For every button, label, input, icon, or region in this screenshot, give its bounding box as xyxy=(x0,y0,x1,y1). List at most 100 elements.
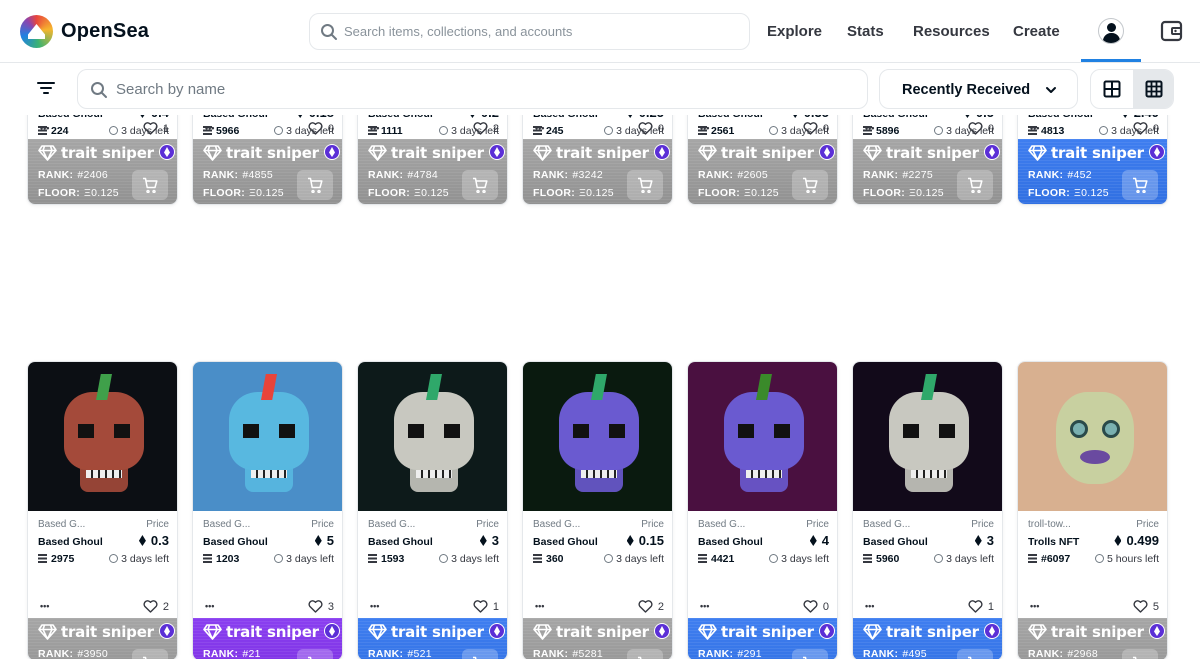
trait-sniper-banner[interactable]: trait sniper RANK: #3242 FLOOR: Ξ0.125 xyxy=(523,139,672,204)
more-options-button[interactable]: ••• xyxy=(370,124,379,133)
wallet-icon[interactable] xyxy=(1160,20,1183,42)
compact-grid-button[interactable] xyxy=(1133,70,1173,108)
add-to-cart-button[interactable] xyxy=(957,649,993,659)
nft-image[interactable] xyxy=(688,362,837,511)
add-to-cart-button[interactable] xyxy=(462,170,498,200)
heart-icon[interactable] xyxy=(473,600,488,613)
heart-icon[interactable] xyxy=(638,600,653,613)
like-button[interactable]: 0 xyxy=(638,122,664,135)
more-options-button[interactable]: ••• xyxy=(1030,602,1039,611)
nft-image[interactable] xyxy=(193,362,342,511)
heart-icon[interactable] xyxy=(803,600,818,613)
name-search[interactable] xyxy=(77,69,868,109)
more-options-button[interactable]: ••• xyxy=(205,124,214,133)
nft-card[interactable]: Based G... Price Based Ghoul 4 4421 3 days le… xyxy=(687,361,838,659)
like-button[interactable]: 0 xyxy=(308,122,334,135)
trait-sniper-banner[interactable]: trait sniper RANK: #452 FLOOR: Ξ0.125 xyxy=(1018,139,1167,204)
trait-sniper-banner[interactable]: trait sniper RANK: #5281 xyxy=(523,618,672,659)
add-to-cart-button[interactable] xyxy=(957,170,993,200)
trait-sniper-banner[interactable]: trait sniper RANK: #2605 FLOOR: Ξ0.125 xyxy=(688,139,837,204)
nft-card[interactable]: Based G... Price Based Ghoul 0.3 2975 3 days … xyxy=(27,361,178,659)
profile-avatar-icon[interactable] xyxy=(1098,18,1124,44)
trait-sniper-banner[interactable]: trait sniper RANK: #2968 xyxy=(1018,618,1167,659)
collection-name[interactable]: Based G... xyxy=(698,519,745,530)
nav-explore[interactable]: Explore xyxy=(767,23,822,40)
nft-image[interactable] xyxy=(1018,362,1167,511)
trait-sniper-banner[interactable]: trait sniper RANK: #291 xyxy=(688,618,837,659)
like-button[interactable]: 0 xyxy=(1133,122,1159,135)
nav-create[interactable]: Create xyxy=(1013,23,1060,40)
heart-icon[interactable] xyxy=(1133,122,1148,135)
like-button[interactable]: 2 xyxy=(473,122,499,135)
add-to-cart-button[interactable] xyxy=(792,170,828,200)
brand-name[interactable]: OpenSea xyxy=(61,20,149,43)
heart-icon[interactable] xyxy=(968,122,983,135)
add-to-cart-button[interactable] xyxy=(1122,170,1158,200)
filter-icon[interactable] xyxy=(37,81,55,95)
heart-icon[interactable] xyxy=(143,600,158,613)
like-button[interactable]: 0 xyxy=(803,600,829,613)
sort-dropdown[interactable]: Recently Received xyxy=(879,69,1078,109)
trait-sniper-banner[interactable]: trait sniper RANK: #21 xyxy=(193,618,342,659)
like-button[interactable]: 5 xyxy=(1133,600,1159,613)
heart-icon[interactable] xyxy=(308,600,323,613)
like-button[interactable]: 1 xyxy=(473,600,499,613)
add-to-cart-button[interactable] xyxy=(132,649,168,659)
nft-card[interactable]: Based G... Price Based Ghoul 3 1593 3 days le… xyxy=(357,361,508,659)
nft-card[interactable]: troll-tow... Price Trolls NFT 0.499 #6097 5 h… xyxy=(1017,361,1168,659)
trait-sniper-banner[interactable]: trait sniper RANK: #2275 FLOOR: Ξ0.125 xyxy=(853,139,1002,204)
nft-card[interactable]: Based G... Price Based Ghoul 5 1203 3 days le… xyxy=(192,361,343,659)
add-to-cart-button[interactable] xyxy=(792,649,828,659)
more-options-button[interactable]: ••• xyxy=(535,602,544,611)
opensea-logo-icon[interactable] xyxy=(20,15,53,48)
trait-sniper-banner[interactable]: trait sniper RANK: #495 xyxy=(853,618,1002,659)
heart-icon[interactable] xyxy=(473,122,488,135)
more-options-button[interactable]: ••• xyxy=(370,602,379,611)
like-button[interactable]: 0 xyxy=(968,122,994,135)
like-button[interactable]: 1 xyxy=(143,122,169,135)
trait-sniper-banner[interactable]: trait sniper RANK: #2406 FLOOR: Ξ0.125 xyxy=(28,139,177,204)
large-grid-button[interactable] xyxy=(1091,70,1133,108)
more-options-button[interactable]: ••• xyxy=(40,602,49,611)
add-to-cart-button[interactable] xyxy=(297,649,333,659)
collection-name[interactable]: Based G... xyxy=(203,519,250,530)
nft-card[interactable]: Based G... Price Based Ghoul 0.15 360 3 days … xyxy=(522,361,673,659)
more-options-button[interactable]: ••• xyxy=(700,602,709,611)
nav-stats[interactable]: Stats xyxy=(847,23,884,40)
trait-sniper-banner[interactable]: trait sniper RANK: #4855 FLOOR: Ξ0.125 xyxy=(193,139,342,204)
collection-name[interactable]: Based G... xyxy=(533,519,580,530)
trait-sniper-banner[interactable]: trait sniper RANK: #521 xyxy=(358,618,507,659)
more-options-button[interactable]: ••• xyxy=(205,602,214,611)
heart-icon[interactable] xyxy=(308,122,323,135)
nft-image[interactable] xyxy=(853,362,1002,511)
trait-sniper-banner[interactable]: trait sniper RANK: #4784 FLOOR: Ξ0.125 xyxy=(358,139,507,204)
nft-card[interactable]: Based G... Price Based Ghoul 3 5960 3 days le… xyxy=(852,361,1003,659)
like-button[interactable]: 3 xyxy=(308,600,334,613)
like-button[interactable]: 2 xyxy=(638,600,664,613)
heart-icon[interactable] xyxy=(803,122,818,135)
collection-name[interactable]: Based G... xyxy=(863,519,910,530)
global-search-input[interactable] xyxy=(344,14,744,49)
heart-icon[interactable] xyxy=(638,122,653,135)
like-button[interactable]: 2 xyxy=(143,600,169,613)
global-search[interactable] xyxy=(309,13,750,50)
heart-icon[interactable] xyxy=(968,600,983,613)
add-to-cart-button[interactable] xyxy=(462,649,498,659)
more-options-button[interactable]: ••• xyxy=(535,124,544,133)
nft-image[interactable] xyxy=(523,362,672,511)
add-to-cart-button[interactable] xyxy=(297,170,333,200)
trait-sniper-banner[interactable]: trait sniper RANK: #3950 xyxy=(28,618,177,659)
more-options-button[interactable]: ••• xyxy=(40,124,49,133)
name-search-input[interactable] xyxy=(116,70,856,108)
collection-name[interactable]: Based G... xyxy=(368,519,415,530)
nft-image[interactable] xyxy=(28,362,177,511)
add-to-cart-button[interactable] xyxy=(627,649,663,659)
add-to-cart-button[interactable] xyxy=(132,170,168,200)
heart-icon[interactable] xyxy=(143,122,158,135)
more-options-button[interactable]: ••• xyxy=(1030,124,1039,133)
like-button[interactable]: 1 xyxy=(968,600,994,613)
heart-icon[interactable] xyxy=(1133,600,1148,613)
nft-image[interactable] xyxy=(358,362,507,511)
like-button[interactable]: 0 xyxy=(803,122,829,135)
add-to-cart-button[interactable] xyxy=(1122,649,1158,659)
